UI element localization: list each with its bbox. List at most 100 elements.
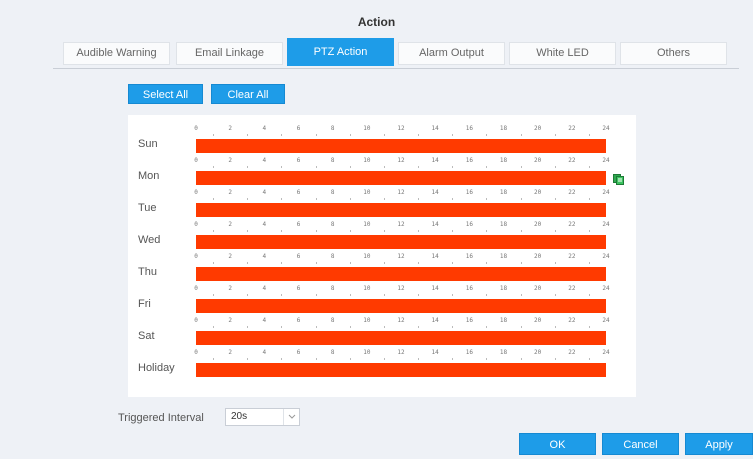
tab-audible-warning[interactable]: Audible Warning	[63, 42, 170, 65]
schedule-bar[interactable]	[196, 267, 606, 281]
hour-tick-mark	[213, 358, 215, 360]
triggered-interval-label: Triggered Interval	[118, 412, 204, 424]
hour-tick-label: 6	[296, 189, 301, 196]
schedule-bar[interactable]	[196, 363, 606, 377]
hour-tick-mark	[383, 262, 385, 264]
hour-tick-mark	[349, 262, 351, 264]
hour-tick-label: 2	[228, 189, 232, 196]
hour-tick-mark	[554, 230, 556, 232]
day-label: Mon	[138, 170, 160, 182]
schedule-bar[interactable]	[196, 331, 606, 345]
hour-tick-label: 0	[194, 253, 198, 260]
hour-tick-mark	[452, 198, 454, 200]
hour-tick-mark	[315, 166, 317, 168]
hour-tick-label: 16	[465, 189, 473, 196]
triggered-interval-select[interactable]: 20s	[225, 408, 300, 426]
hour-tick-mark	[486, 166, 488, 168]
hour-tick-label: 4	[262, 285, 267, 292]
hour-tick-mark	[247, 326, 249, 328]
hour-tick-label: 22	[568, 157, 576, 164]
hour-tick-label: 22	[568, 285, 576, 292]
hour-tick-mark	[349, 326, 351, 328]
hour-tick-label: 8	[330, 221, 335, 228]
hour-tick-label: 10	[363, 285, 371, 292]
hour-tick-label: 2	[228, 317, 232, 324]
hour-tick-label: 12	[397, 157, 405, 164]
hour-tick-mark	[315, 198, 317, 200]
tab-others[interactable]: Others	[620, 42, 727, 65]
hour-tick-label: 4	[262, 349, 267, 356]
hour-tick-label: 24	[602, 253, 610, 260]
schedule-row-mon: Mon 0 2 4 6 8 10 12 14 16 18 20 22 24	[128, 157, 636, 189]
hour-tick-label: 2	[228, 253, 232, 260]
schedule-grid: Sun 0 2 4 6 8 10 12 14 16 18 20 22 24 Mon 0 2 4 6 8 10 12 14 16…	[128, 115, 636, 397]
hour-tick-mark	[349, 166, 351, 168]
hour-tick-label: 0	[194, 349, 198, 356]
hour-tick-mark	[452, 230, 454, 232]
schedule-bar[interactable]	[196, 139, 606, 153]
hour-tick-label: 0	[194, 157, 198, 164]
hour-tick-label: 10	[363, 221, 371, 228]
copy-schedule-icon[interactable]	[613, 172, 624, 185]
hour-tick-label: 6	[296, 317, 301, 324]
hour-tick-mark	[281, 134, 283, 136]
hour-tick-mark	[486, 294, 488, 296]
hour-tick-mark	[418, 230, 420, 232]
hour-tick-label: 24	[602, 189, 610, 196]
clear-all-button[interactable]: Clear All	[211, 84, 285, 104]
hour-tick-mark	[554, 358, 556, 360]
hour-tick-label: 14	[431, 157, 439, 164]
hour-tick-label: 6	[296, 349, 301, 356]
hour-ruler: 0 2 4 6 8 10 12 14 16 18 20 22 24	[194, 125, 610, 136]
hour-tick-mark	[213, 262, 215, 264]
schedule-bar[interactable]	[196, 299, 606, 313]
hour-tick-mark	[315, 262, 317, 264]
hour-tick-mark	[315, 358, 317, 360]
action-tabs: Audible Warning Email Linkage PTZ Action…	[0, 38, 753, 68]
hour-tick-mark	[281, 166, 283, 168]
hour-tick-mark	[418, 166, 420, 168]
hour-tick-label: 20	[534, 285, 542, 292]
hour-tick-label: 18	[499, 125, 508, 132]
hour-tick-label: 22	[568, 189, 576, 196]
hour-tick-label: 8	[330, 253, 335, 260]
ok-button[interactable]: OK	[519, 433, 596, 455]
hour-tick-label: 10	[363, 253, 371, 260]
hour-tick-mark	[247, 230, 249, 232]
hour-tick-mark	[486, 134, 488, 136]
hour-tick-label: 2	[228, 221, 232, 228]
schedule-bar[interactable]	[196, 203, 606, 217]
cancel-button[interactable]: Cancel	[602, 433, 679, 455]
hour-tick-label: 16	[465, 221, 473, 228]
day-label: Sun	[138, 138, 158, 150]
apply-button[interactable]: Apply	[685, 433, 753, 455]
hour-tick-mark	[588, 198, 590, 200]
hour-tick-label: 20	[534, 157, 542, 164]
schedule-bar[interactable]	[196, 235, 606, 249]
chevron-down-icon[interactable]	[283, 409, 299, 425]
hour-tick-label: 14	[431, 221, 439, 228]
select-all-button[interactable]: Select All	[128, 84, 203, 104]
hour-tick-mark	[418, 262, 420, 264]
hour-tick-label: 22	[568, 125, 576, 132]
hour-tick-label: 10	[363, 317, 371, 324]
hour-ruler: 0 2 4 6 8 10 12 14 16 18 20 22 24	[194, 157, 610, 168]
tab-ptz-action[interactable]: PTZ Action	[287, 38, 394, 66]
hour-tick-mark	[213, 166, 215, 168]
tab-alarm-output[interactable]: Alarm Output	[398, 42, 505, 65]
hour-tick-mark	[281, 358, 283, 360]
hour-tick-label: 20	[534, 349, 542, 356]
hour-tick-label: 2	[228, 157, 232, 164]
schedule-bar[interactable]	[196, 171, 606, 185]
hour-tick-mark	[452, 134, 454, 136]
hour-tick-label: 0	[194, 317, 198, 324]
tab-white-led[interactable]: White LED	[509, 42, 616, 65]
hour-tick-mark	[486, 262, 488, 264]
hour-tick-mark	[213, 134, 215, 136]
hour-tick-mark	[520, 262, 522, 264]
hour-tick-label: 18	[499, 253, 508, 260]
day-label: Sat	[138, 330, 155, 342]
tab-email-linkage[interactable]: Email Linkage	[176, 42, 283, 65]
triggered-interval-value: 20s	[231, 411, 248, 422]
hour-tick-label: 18	[499, 157, 508, 164]
